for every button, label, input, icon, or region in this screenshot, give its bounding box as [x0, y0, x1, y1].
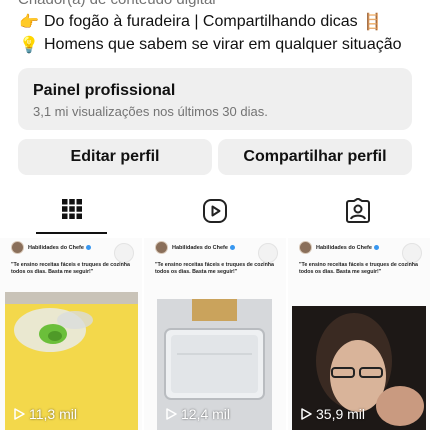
bio-line-2: 💡 Homens que sabem se virar em qualquer …	[18, 35, 402, 55]
post-caption: "Te ensino receitas fáceis e truques de …	[299, 262, 418, 275]
avatar	[11, 241, 24, 254]
profile-category: Criador(a) de conteúdo digital	[18, 0, 216, 8]
verified-badge-icon	[373, 245, 379, 250]
view-count: 11,3 mil	[13, 406, 77, 422]
post-author: Habilidades do Chefe	[172, 244, 228, 251]
tab-reels[interactable]	[143, 192, 286, 236]
post-thumbnail: 35,9 mil	[292, 306, 426, 430]
bio-line-2-text: Homens que sabem se virar em qualquer si…	[44, 36, 402, 53]
pointing-hand-emoji-icon: 👉	[19, 14, 39, 31]
edit-profile-button[interactable]: Editar perfil	[18, 139, 212, 175]
bio-line-1: 👉 Do fogão à furadeira | Compartilhando …	[18, 12, 388, 32]
post-author: Habilidades do Chefe	[316, 244, 372, 251]
light-bulb-emoji-icon: 💡	[19, 37, 39, 54]
post-caption: "Te ensino receitas fáceis e truques de …	[155, 262, 274, 275]
reels-icon	[202, 199, 227, 223]
tab-posts-grid[interactable]	[0, 192, 143, 236]
avatar	[299, 241, 312, 254]
ladder-emoji-icon: 🪜	[362, 14, 383, 31]
play-icon	[301, 408, 312, 420]
post-tile[interactable]: Habilidades do Chefe "Te ensino receitas…	[144, 238, 286, 430]
view-count-text: 35,9 mil	[316, 406, 366, 422]
play-icon	[166, 408, 177, 420]
post-caption: "Te ensino receitas fáceis e truques de …	[11, 262, 130, 275]
post-author: Habilidades do Chefe	[28, 244, 84, 251]
reel-badge-icon	[258, 243, 278, 263]
grid-icon	[61, 199, 82, 219]
post-thumbnail: 12,4 mil	[157, 299, 272, 430]
posts-grid: Habilidades do Chefe "Te ensino receitas…	[0, 238, 430, 430]
post-tile[interactable]: Habilidades do Chefe "Te ensino receitas…	[0, 238, 142, 430]
view-count-text: 12,4 mil	[181, 406, 231, 422]
bio-line-1-text: Do fogão à furadeira | Compartilhando di…	[44, 13, 358, 30]
share-profile-button[interactable]: Compartilhar perfil	[218, 139, 412, 175]
post-thumbnail: 11,3 mil	[5, 292, 138, 430]
active-tab-indicator	[36, 232, 107, 234]
verified-badge-icon	[85, 245, 91, 250]
verified-badge-icon	[229, 245, 235, 250]
post-header: Habilidades do Chefe	[11, 241, 91, 254]
post-header: Habilidades do Chefe	[299, 241, 379, 254]
view-count: 35,9 mil	[300, 406, 365, 422]
play-icon	[14, 408, 25, 420]
tab-tagged[interactable]	[286, 192, 429, 236]
avatar	[155, 241, 168, 254]
post-tile[interactable]: Habilidades do Chefe "Te ensino receitas…	[288, 238, 430, 430]
reel-badge-icon	[114, 243, 134, 263]
post-header: Habilidades do Chefe	[155, 241, 235, 254]
reel-badge-icon	[402, 243, 422, 263]
dashboard-title: Painel profissional	[33, 82, 176, 99]
tagged-icon	[345, 198, 370, 223]
profile-tabs	[0, 192, 430, 236]
dashboard-subtitle: 3,1 mi visualizações nos últimos 30 dias…	[33, 104, 268, 119]
professional-dashboard[interactable]: Painel profissional 3,1 mi visualizações…	[18, 68, 412, 130]
view-count-text: 11,3 mil	[29, 406, 77, 422]
view-count: 12,4 mil	[165, 406, 230, 422]
